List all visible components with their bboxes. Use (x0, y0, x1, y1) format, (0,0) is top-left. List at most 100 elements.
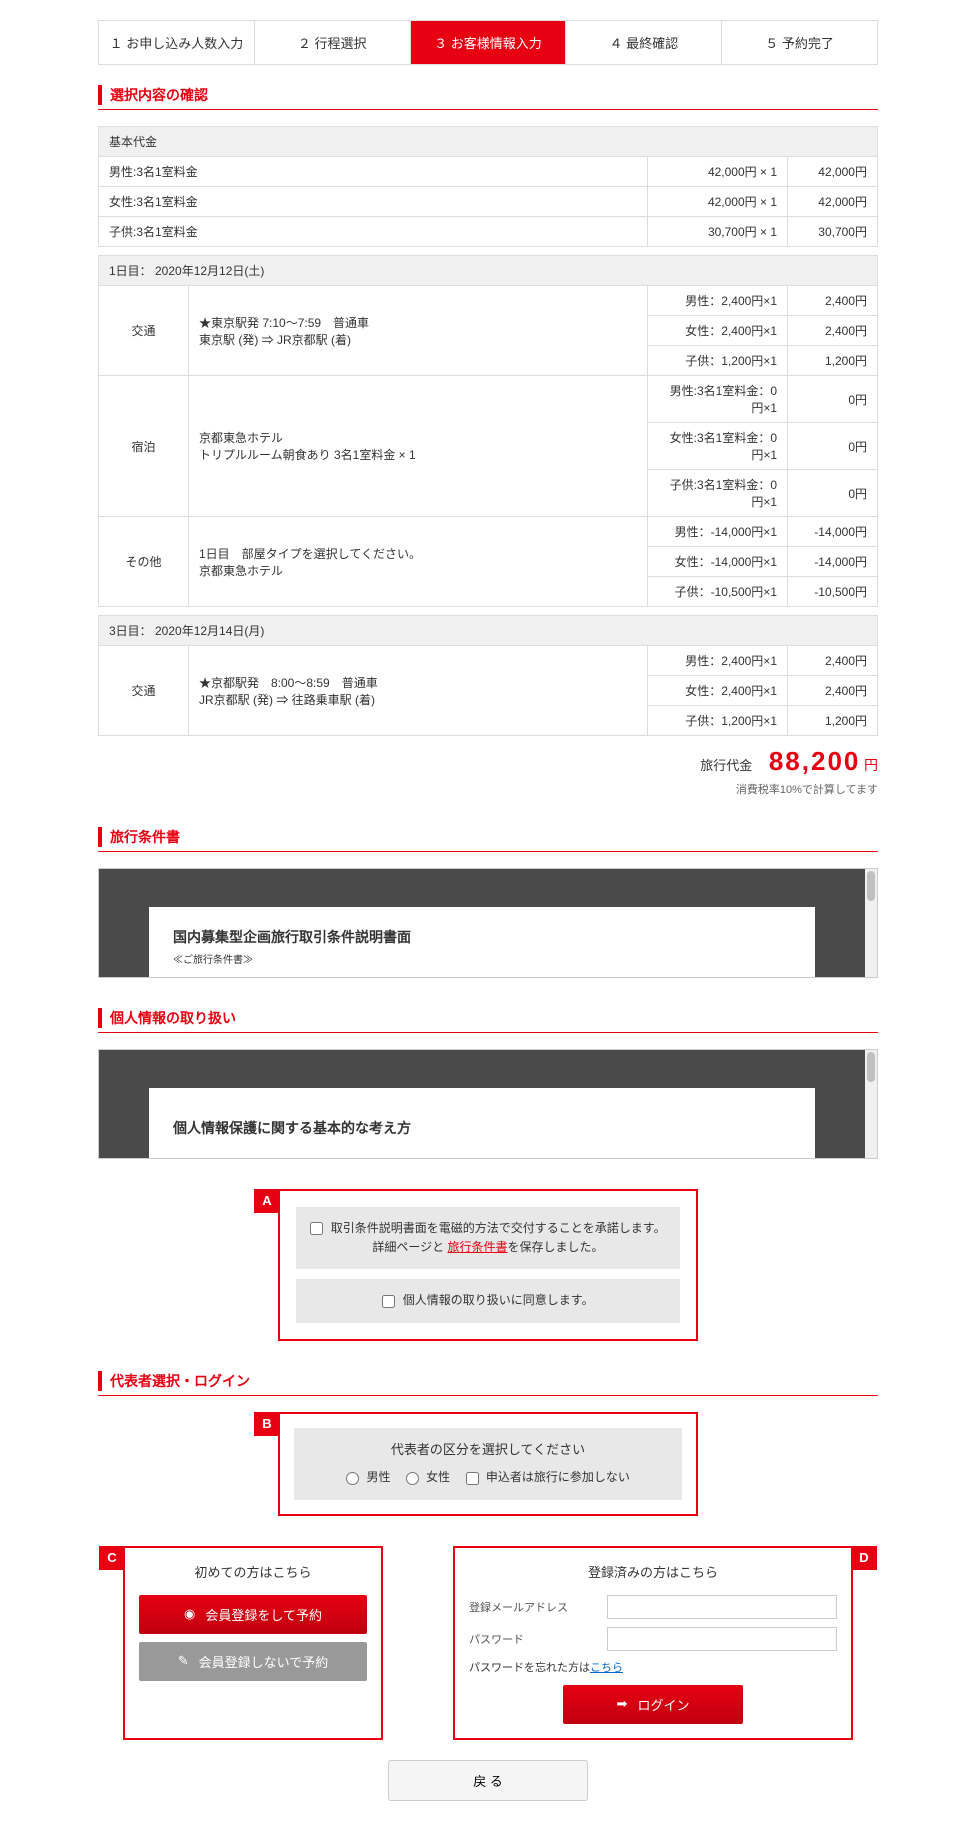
password-field[interactable] (607, 1627, 837, 1651)
password-label: パスワード (469, 1631, 599, 1647)
privacy-document-frame[interactable]: 個人情報保護に関する基本的な考え方 (98, 1049, 878, 1159)
unit-cell: 女性：2,400円×1 (648, 316, 788, 346)
unit-cell: 子供：1,200円×1 (648, 346, 788, 376)
unit-cell: 女性：2,400円×1 (648, 676, 788, 706)
amt-cell: 1,200円 (788, 346, 878, 376)
section-terms-title: 旅行条件書 (98, 827, 878, 847)
base-header: 基本代金 (99, 127, 878, 157)
amt-cell: 2,400円 (788, 286, 878, 316)
scrollbar[interactable] (865, 1050, 877, 1158)
day1-table: 1日目： 2020年12月12日(土) 交通★東京駅発 7:10～7:59 普通… (98, 255, 878, 607)
unit-cell: 男性：2,400円×1 (648, 646, 788, 676)
rep-male-radio[interactable]: 男性 (346, 1470, 390, 1484)
step-5: ５ 予約完了 (722, 21, 877, 64)
forgot-link[interactable]: こちら (590, 1662, 623, 1674)
category-cell: 交通 (99, 286, 189, 376)
amt-cell: 0円 (788, 470, 878, 517)
arrow-right-icon: ➡ (617, 1696, 628, 1712)
back-button[interactable]: 戻 る (388, 1760, 588, 1801)
amt-cell: 2,400円 (788, 316, 878, 346)
email-label: 登録メールアドレス (469, 1599, 599, 1615)
divider (98, 1032, 878, 1033)
representative-box: B 代表者の区分を選択してください 男性 女性 申込者は旅行に参加しない (278, 1412, 698, 1516)
unit-cell: 男性:3名1室料金：0円×1 (648, 376, 788, 423)
step-4: ４ 最終確認 (566, 21, 722, 64)
unit-cell: 男性：-14,000円×1 (648, 517, 788, 547)
base-row-amt: 42,000円 (788, 157, 878, 187)
base-row-label: 女性:3名1室料金 (99, 187, 648, 217)
agree-privacy-checkbox[interactable]: 個人情報の取り扱いに同意します。 (382, 1293, 593, 1307)
amt-cell: 2,400円 (788, 676, 878, 706)
tax-note: 消費税率10%で計算してます (98, 781, 878, 797)
section-rep-title: 代表者選択・ログイン (98, 1371, 878, 1391)
base-row-unit: 30,700円 × 1 (648, 217, 788, 247)
unit-cell: 男性：2,400円×1 (648, 286, 788, 316)
base-row-unit: 42,000円 × 1 (648, 157, 788, 187)
divider (98, 851, 878, 852)
amt-cell: 0円 (788, 423, 878, 470)
total-row: 旅行代金 88,200 円 (98, 746, 878, 777)
doc-title: 個人情報保護に関する基本的な考え方 (173, 1118, 791, 1138)
marker-c: C (99, 1546, 125, 1570)
category-cell: 宿泊 (99, 376, 189, 517)
scrollbar[interactable] (865, 869, 877, 977)
login-button[interactable]: ➡ ログイン (563, 1685, 743, 1724)
user-icon: ◉ (184, 1606, 195, 1622)
new-user-title: 初めての方はこちら (139, 1562, 367, 1581)
step-2: ２ 行程選択 (255, 21, 411, 64)
rep-none-checkbox[interactable]: 申込者は旅行に参加しない (466, 1470, 630, 1484)
rep-female-radio[interactable]: 女性 (406, 1470, 450, 1484)
divider (98, 1395, 878, 1396)
step-1: １ お申し込み人数入力 (99, 21, 255, 64)
agreement-box: A 取引条件説明書面を電磁的方法で交付することを承諾します。 詳細ページと 旅行… (278, 1189, 698, 1341)
divider (98, 109, 878, 110)
day1-header: 1日目： 2020年12月12日(土) (99, 256, 878, 286)
email-field[interactable] (607, 1595, 837, 1619)
unit-cell: 子供：-10,500円×1 (648, 577, 788, 607)
register-and-book-button[interactable]: ◉ 会員登録をして予約 (139, 1595, 367, 1634)
base-price-table: 基本代金 男性:3名1室料金 42,000円 × 1 42,000円女性:3名1… (98, 126, 878, 247)
marker-d: D (851, 1546, 877, 1570)
category-cell: 交通 (99, 646, 189, 736)
new-user-panel: C 初めての方はこちら ◉ 会員登録をして予約 ✎ 会員登録しないで予約 (123, 1546, 383, 1740)
amt-cell: 1,200円 (788, 706, 878, 736)
base-row-amt: 30,700円 (788, 217, 878, 247)
unit-cell: 子供：1,200円×1 (648, 706, 788, 736)
day3-table: 3日目： 2020年12月14日(月) 交通★京都駅発 8:00～8:59 普通… (98, 615, 878, 736)
step-3-active: ３ お客様情報入力 (411, 21, 567, 64)
terms-link[interactable]: 旅行条件書 (448, 1240, 508, 1254)
section-confirm-title: 選択内容の確認 (98, 85, 878, 105)
base-row-label: 子供:3名1室料金 (99, 217, 648, 247)
book-without-register-button[interactable]: ✎ 会員登録しないで予約 (139, 1642, 367, 1681)
base-row-unit: 42,000円 × 1 (648, 187, 788, 217)
terms-document-frame[interactable]: 国内募集型企画旅行取引条件説明書面 ≪ご旅行条件書≫ (98, 868, 878, 978)
base-row-label: 男性:3名1室料金 (99, 157, 648, 187)
login-panel: D 登録済みの方はこちら 登録メールアドレス パスワード パスワードを忘れた方は… (453, 1546, 853, 1740)
desc-cell: ★京都駅発 8:00～8:59 普通車JR京都駅 (発) ⇒ 往路乗車駅 (着) (189, 646, 648, 736)
progress-steps: １ お申し込み人数入力 ２ 行程選択 ３ お客様情報入力 ４ 最終確認 ５ 予約… (98, 20, 878, 65)
unit-cell: 子供:3名1室料金：0円×1 (648, 470, 788, 517)
amt-cell: -10,500円 (788, 577, 878, 607)
marker-a: A (254, 1189, 280, 1213)
amt-cell: 2,400円 (788, 646, 878, 676)
day3-header: 3日目： 2020年12月14日(月) (99, 616, 878, 646)
category-cell: その他 (99, 517, 189, 607)
login-title: 登録済みの方はこちら (469, 1562, 837, 1581)
amt-cell: -14,000円 (788, 547, 878, 577)
doc-title: 国内募集型企画旅行取引条件説明書面 (173, 927, 791, 947)
desc-cell: 1日目 部屋タイプを選択してください。京都東急ホテル (189, 517, 648, 607)
rep-title: 代表者の区分を選択してください (306, 1440, 670, 1461)
amt-cell: -14,000円 (788, 517, 878, 547)
section-privacy-title: 個人情報の取り扱い (98, 1008, 878, 1028)
agree-terms-checkbox[interactable]: 取引条件説明書面を電磁的方法で交付することを承諾します。 (310, 1221, 665, 1235)
total-amount: 88,200 (769, 746, 861, 776)
base-row-amt: 42,000円 (788, 187, 878, 217)
forgot-text: パスワードを忘れた方はこちら (469, 1659, 837, 1675)
marker-b: B (254, 1412, 280, 1436)
edit-icon: ✎ (178, 1653, 189, 1669)
amt-cell: 0円 (788, 376, 878, 423)
desc-cell: 京都東急ホテルトリプルルーム朝食あり 3名1室料金 × 1 (189, 376, 648, 517)
unit-cell: 女性:3名1室料金：0円×1 (648, 423, 788, 470)
unit-cell: 女性：-14,000円×1 (648, 547, 788, 577)
desc-cell: ★東京駅発 7:10～7:59 普通車東京駅 (発) ⇒ JR京都駅 (着) (189, 286, 648, 376)
